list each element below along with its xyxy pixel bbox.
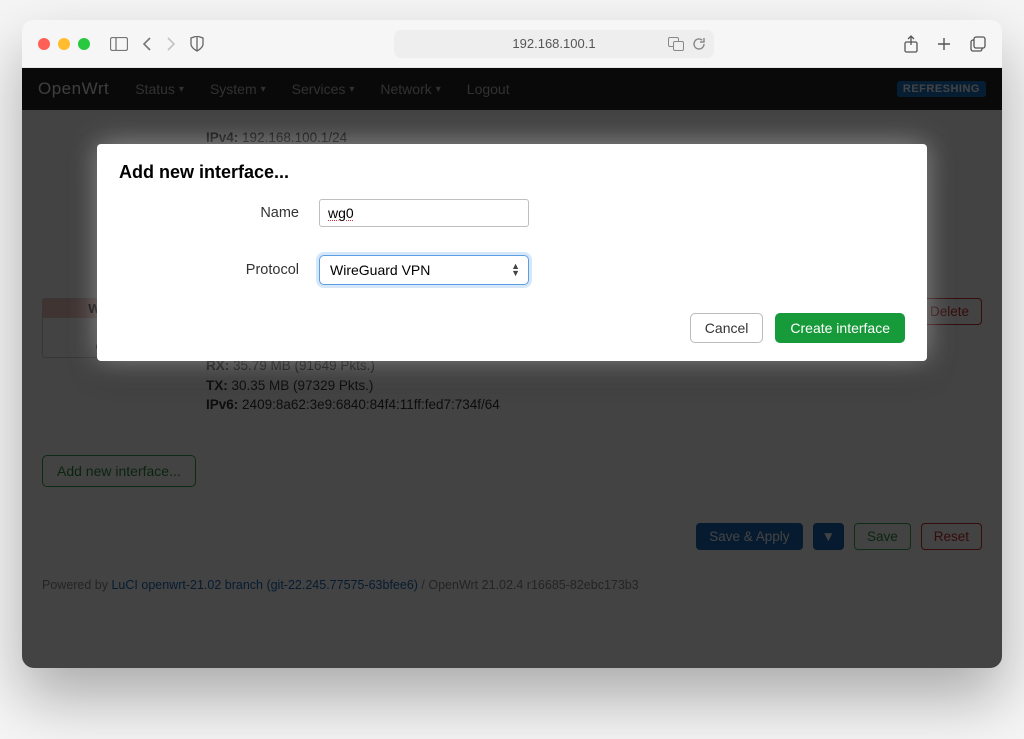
url-text: 192.168.100.1: [512, 36, 595, 51]
forward-icon[interactable]: [166, 37, 176, 51]
traffic-lights: [38, 38, 90, 50]
create-interface-button[interactable]: Create interface: [775, 313, 905, 343]
tabs-icon[interactable]: [970, 36, 986, 52]
protocol-label: Protocol: [119, 262, 319, 278]
sidebar-toggle-icon[interactable]: [110, 37, 128, 51]
browser-window: 192.168.100.1: [22, 20, 1002, 668]
modal-title: Add new interface...: [119, 162, 905, 183]
viewport: OpenWrt Status▾ System▾ Services▾ Networ…: [22, 68, 1002, 668]
browser-toolbar: 192.168.100.1: [22, 20, 1002, 68]
shield-icon[interactable]: [190, 36, 204, 52]
cancel-button[interactable]: Cancel: [690, 313, 764, 343]
zoom-window-icon[interactable]: [78, 38, 90, 50]
back-icon[interactable]: [142, 37, 152, 51]
url-bar[interactable]: 192.168.100.1: [394, 30, 714, 58]
translate-icon[interactable]: [668, 37, 684, 51]
protocol-select[interactable]: WireGuard VPN ▲▼: [319, 255, 529, 285]
share-icon[interactable]: [904, 35, 918, 53]
name-label: Name: [119, 205, 319, 221]
select-arrows-icon: ▲▼: [511, 263, 520, 277]
minimize-window-icon[interactable]: [58, 38, 70, 50]
protocol-selected: WireGuard VPN: [330, 262, 430, 278]
close-window-icon[interactable]: [38, 38, 50, 50]
reload-icon[interactable]: [692, 37, 706, 51]
add-interface-modal: Add new interface... Name Protocol WireG…: [97, 144, 927, 361]
new-tab-icon[interactable]: [936, 36, 952, 52]
name-input[interactable]: [319, 199, 529, 227]
